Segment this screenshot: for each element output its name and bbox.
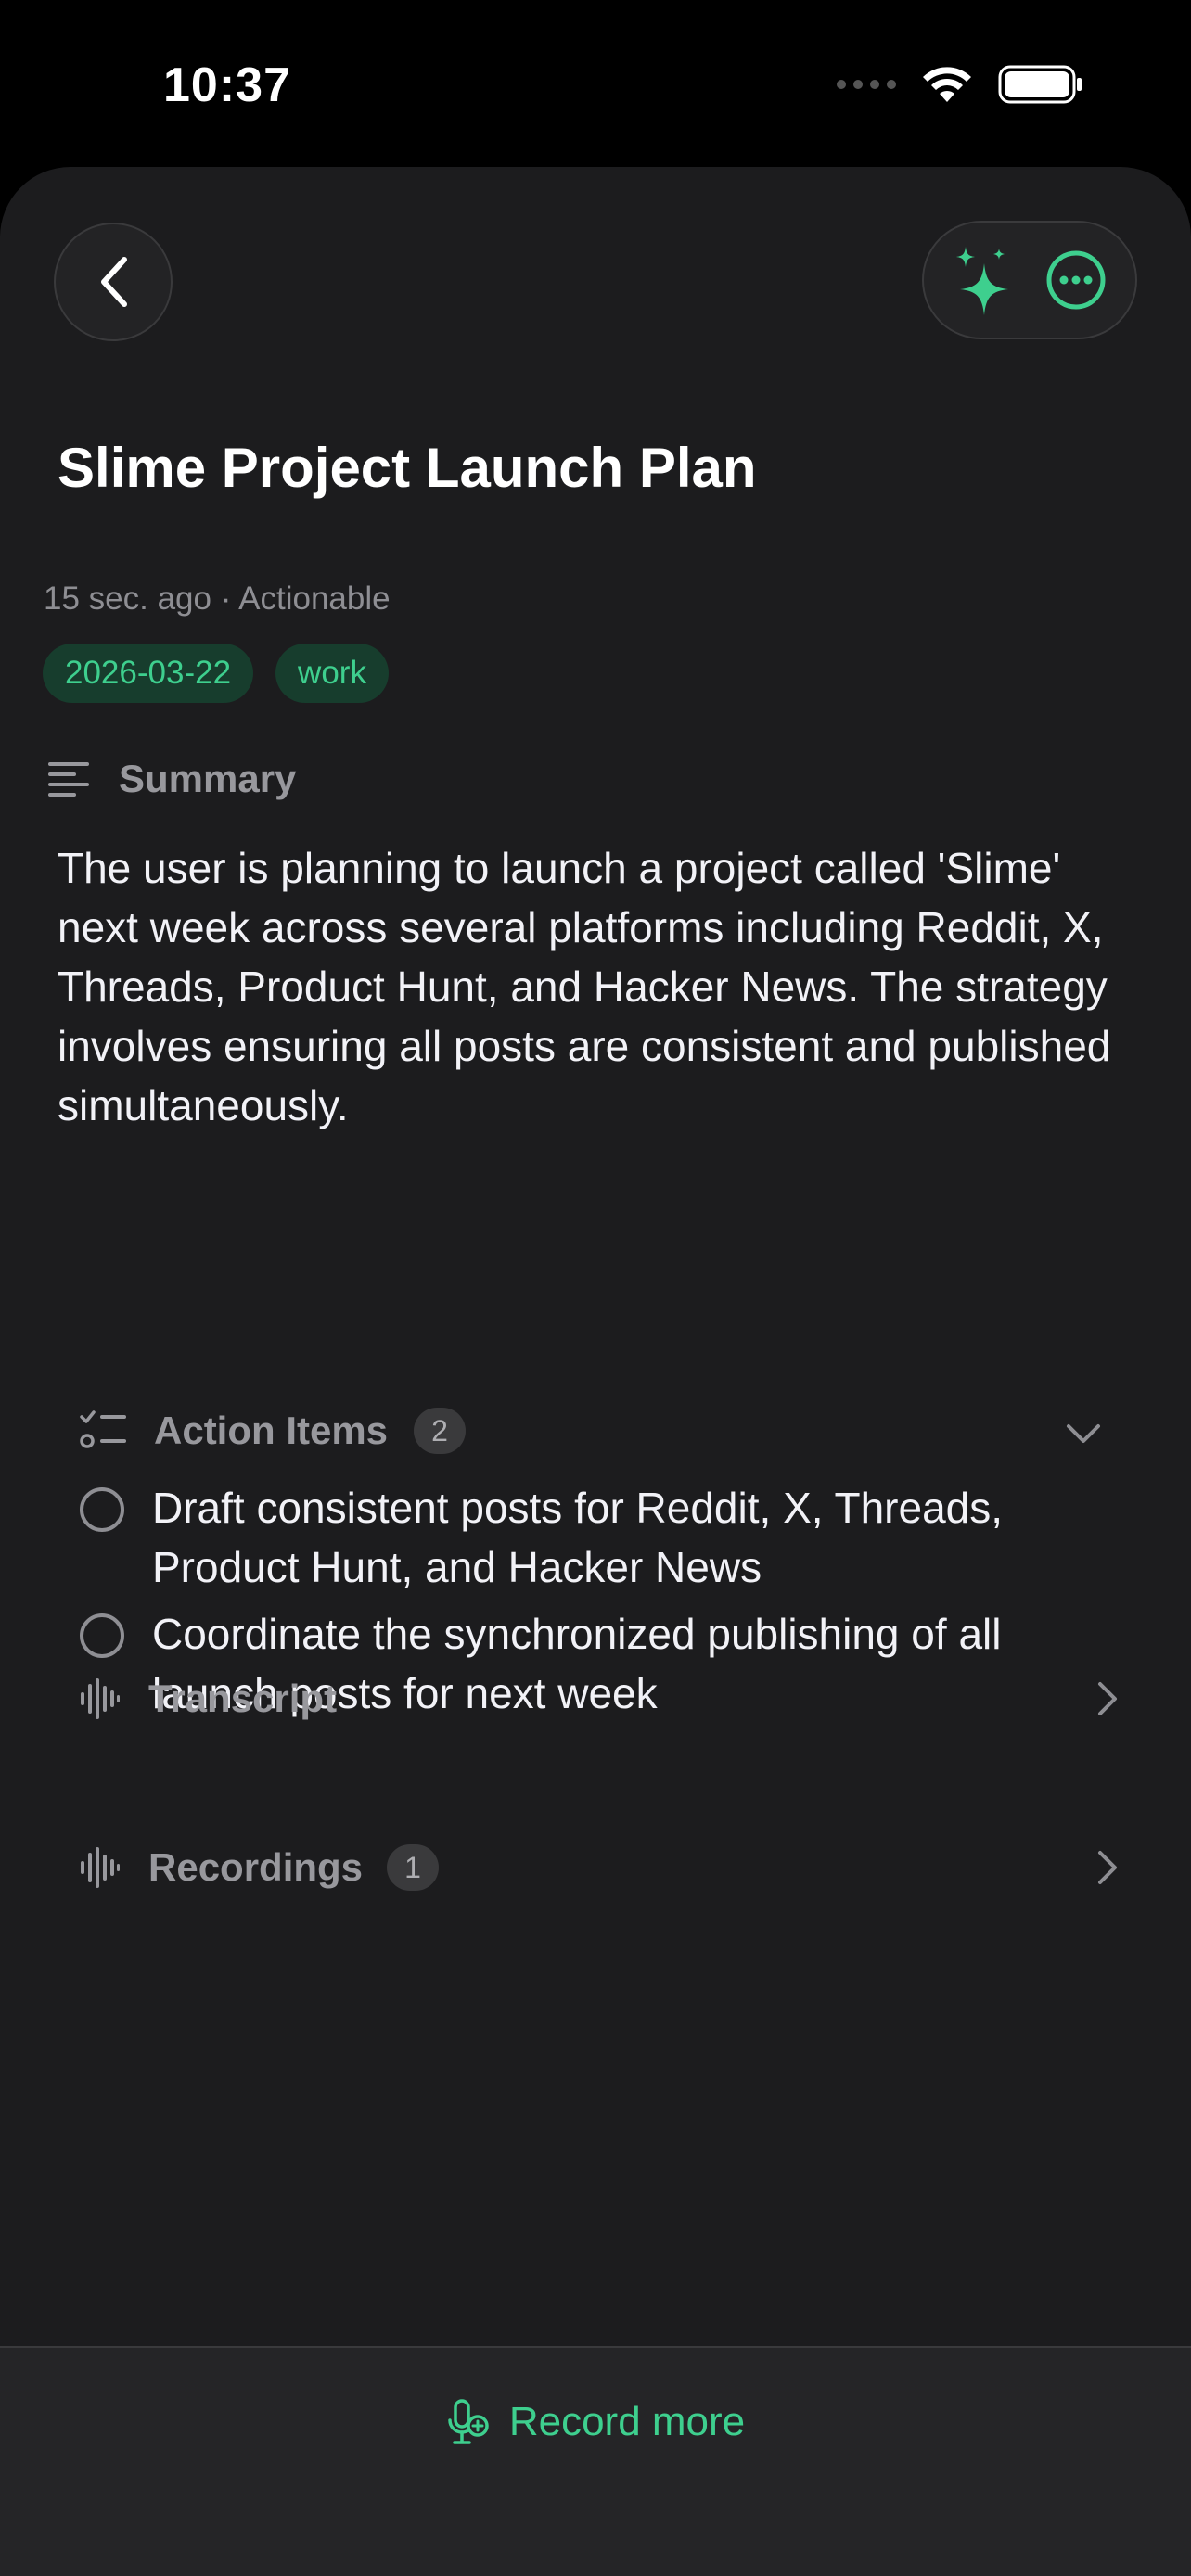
recordings-row[interactable]: Recordings 1 bbox=[80, 1830, 1119, 1905]
note-sheet: Slime Project Launch Plan 15 sec. ago · … bbox=[0, 167, 1191, 2576]
action-item-checkbox[interactable] bbox=[80, 1487, 124, 1532]
wifi-icon bbox=[923, 67, 971, 102]
action-items-heading[interactable]: Action Items 2 bbox=[80, 1408, 467, 1454]
transcript-label: Transcript bbox=[148, 1677, 338, 1720]
summary-text: The user is planning to launch a project… bbox=[58, 844, 1111, 1129]
waveform-icon bbox=[81, 1678, 120, 1719]
recordings-count: 1 bbox=[387, 1844, 440, 1891]
text-lines-icon bbox=[48, 762, 89, 797]
tag-date[interactable]: 2026-03-22 bbox=[43, 644, 254, 703]
waveform-icon bbox=[81, 1847, 120, 1888]
sparkles-icon[interactable] bbox=[951, 243, 1016, 317]
bottom-bar: Record more bbox=[0, 2346, 1191, 2576]
record-more-label: Record more bbox=[508, 2399, 746, 2444]
status-time: 10:37 bbox=[163, 58, 291, 112]
mic-plus-icon bbox=[448, 2399, 489, 2444]
summary-heading: Summary bbox=[46, 757, 296, 801]
status-bar: 10:37 bbox=[0, 0, 1191, 167]
note-title: Slime Project Launch Plan bbox=[58, 437, 757, 499]
back-button[interactable] bbox=[54, 223, 173, 341]
chevron-left-icon bbox=[101, 257, 127, 307]
recordings-label: Recordings bbox=[148, 1845, 364, 1889]
summary-heading-label: Summary bbox=[119, 757, 297, 800]
top-actions bbox=[922, 221, 1137, 339]
action-items-count: 2 bbox=[414, 1408, 467, 1454]
action-item-text: Draft consistent posts for Reddit, X, Th… bbox=[152, 1484, 1004, 1591]
note-meta: 15 sec. ago · Actionable bbox=[44, 580, 391, 617]
cellular-signal-icon bbox=[837, 80, 896, 89]
chevron-right-icon bbox=[1098, 1851, 1117, 1884]
chevron-right-icon bbox=[1098, 1682, 1117, 1715]
status-icons bbox=[837, 65, 1083, 104]
tag-work[interactable]: work bbox=[275, 644, 389, 703]
more-options-icon[interactable] bbox=[1044, 248, 1108, 312]
action-items-label: Action Items bbox=[154, 1409, 389, 1452]
battery-icon bbox=[998, 65, 1082, 104]
record-more-button[interactable]: Record more bbox=[0, 2398, 1191, 2446]
tag-list: 2026-03-22 work bbox=[43, 644, 389, 703]
checklist-icon bbox=[80, 1410, 126, 1448]
action-item-checkbox[interactable] bbox=[80, 1613, 124, 1658]
list-item: Draft consistent posts for Reddit, X, Th… bbox=[80, 1478, 1119, 1597]
transcript-row[interactable]: Transcript bbox=[80, 1662, 1119, 1736]
chevron-down-icon[interactable] bbox=[1065, 1422, 1102, 1445]
